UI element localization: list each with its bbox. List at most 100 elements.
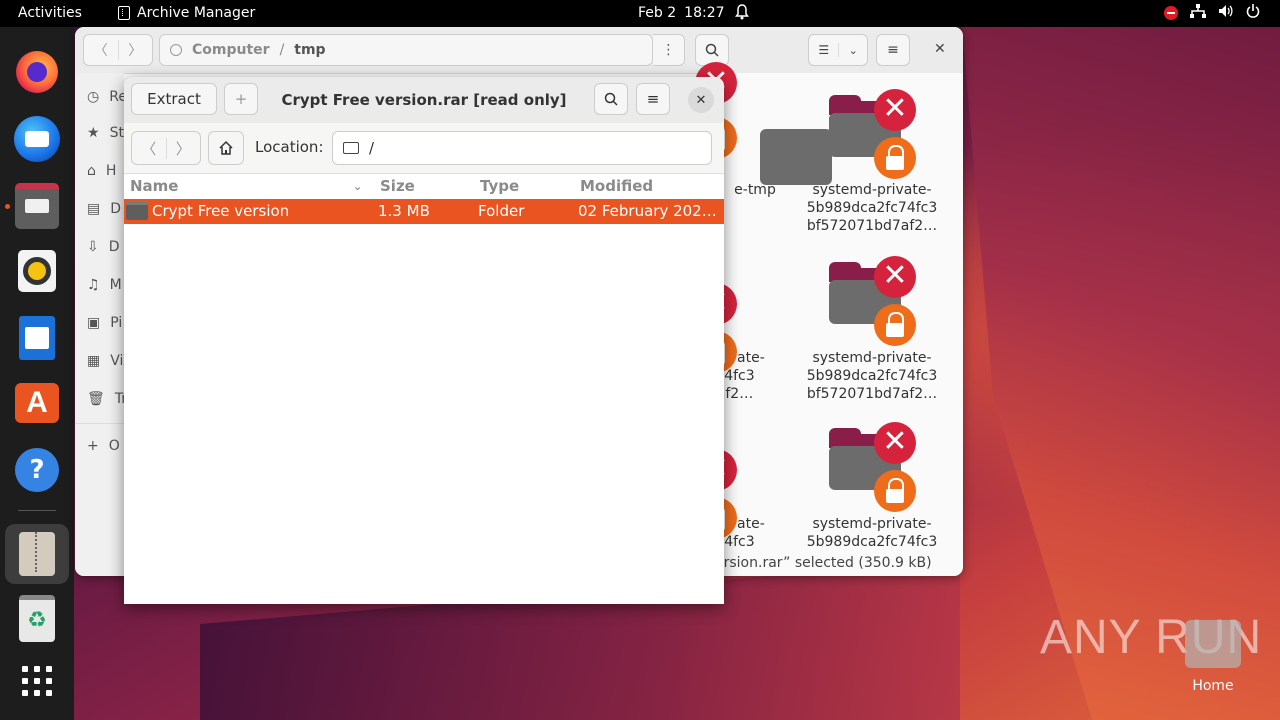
home-button[interactable] bbox=[208, 131, 244, 165]
folder-icon bbox=[343, 142, 359, 154]
dock-help[interactable]: ? bbox=[11, 444, 63, 496]
dock-archive-manager[interactable] bbox=[5, 524, 69, 584]
close-icon: ✕ bbox=[695, 92, 707, 108]
row-type: Folder bbox=[478, 202, 525, 220]
add-files-button[interactable]: + bbox=[224, 83, 258, 115]
sidebar-divider bbox=[75, 423, 124, 424]
files-sidebar: ◷ Re ★ St ⌂ H ▤ D ⇩ D ♫ M ▣ Pi ▦ Vi 🗑 Tr + O bbox=[75, 73, 127, 576]
file-tile[interactable]: systemd-private- 5b989dca2fc74fc3 bf5720… bbox=[802, 349, 942, 403]
kebab-icon: ⋮ bbox=[661, 42, 676, 58]
file-tile[interactable]: systemd-private- 5b989dca2fc74fc3 bbox=[802, 515, 942, 551]
sidebar-item-other-locations[interactable]: + O bbox=[87, 438, 120, 454]
file-tile[interactable]: systemd-private- 5b989dca2fc74fc3 bf5720… bbox=[802, 181, 942, 235]
column-type[interactable]: Type bbox=[480, 177, 519, 195]
path-segment[interactable]: tmp bbox=[294, 42, 325, 58]
back-forward-buttons[interactable]: 〈 〉 bbox=[83, 34, 153, 66]
path-segment[interactable]: Computer bbox=[192, 42, 270, 58]
disk-icon bbox=[170, 44, 182, 56]
path-bar[interactable]: Computer / tmp bbox=[159, 34, 653, 66]
system-tray[interactable] bbox=[1164, 4, 1260, 22]
back-forward-buttons[interactable]: 〈 〉 bbox=[131, 131, 201, 165]
sidebar-item-home[interactable]: ⌂ H bbox=[87, 163, 116, 179]
main-menu-button[interactable]: ≡ bbox=[636, 83, 670, 115]
app-menu-label: Archive Manager bbox=[137, 5, 256, 21]
tile-label: bf572071bd7af2… bbox=[806, 218, 938, 234]
clock-date: Feb 2 bbox=[638, 5, 677, 21]
back-icon[interactable]: 〈 bbox=[84, 40, 119, 60]
column-name[interactable]: Name bbox=[130, 177, 178, 195]
close-icon[interactable]: ✕ bbox=[934, 41, 946, 57]
sidebar-item-label: D bbox=[110, 201, 122, 217]
grid-icon bbox=[22, 666, 52, 696]
sidebar-item-label: O bbox=[108, 438, 120, 454]
unreadable-emblem-icon: ✕ bbox=[874, 89, 916, 131]
folder-icon bbox=[126, 202, 148, 220]
archive-headerbar: Extract + Crypt Free version.rar [read o… bbox=[124, 77, 724, 123]
dock-thunderbird[interactable] bbox=[11, 113, 63, 165]
show-apps-button[interactable] bbox=[11, 655, 63, 707]
home-folder-icon bbox=[1185, 620, 1241, 668]
tile-label: systemd-private- bbox=[812, 516, 932, 532]
rhythmbox-icon bbox=[18, 250, 56, 292]
back-icon[interactable]: 〈 bbox=[132, 137, 167, 159]
activities-button[interactable]: Activities bbox=[18, 5, 82, 21]
search-button[interactable] bbox=[695, 34, 729, 66]
tile-label: 5b989dca2fc74fc3 bbox=[806, 534, 938, 550]
clock-time: 18:27 bbox=[684, 5, 725, 21]
writer-icon bbox=[19, 316, 55, 360]
dock-writer[interactable] bbox=[11, 312, 63, 364]
desktop-home-folder[interactable]: Home bbox=[1184, 620, 1242, 694]
search-icon bbox=[705, 43, 719, 57]
tile-label: systemd-private- bbox=[812, 350, 932, 366]
location-toolbar: 〈 〉 Location: / bbox=[124, 123, 724, 174]
dock: A ? ♻ bbox=[0, 27, 74, 720]
row-name: Crypt Free version bbox=[152, 202, 290, 220]
sidebar-item-starred[interactable]: ★ St bbox=[87, 125, 124, 141]
path-separator: / bbox=[279, 42, 285, 58]
sidebar-item-videos[interactable]: ▦ Vi bbox=[87, 353, 123, 369]
tile-label: 5b989dca2fc74fc3 bbox=[806, 200, 938, 216]
sidebar-item-recent[interactable]: ◷ Re bbox=[87, 89, 127, 105]
lock-emblem-icon bbox=[874, 470, 916, 512]
top-bar: Activities Archive Manager Feb 2 18:27 bbox=[0, 0, 1280, 27]
dock-trash[interactable]: ♻ bbox=[11, 592, 63, 644]
dock-firefox[interactable] bbox=[11, 46, 63, 98]
lock-emblem-icon bbox=[874, 137, 916, 179]
desktop-home-label: Home bbox=[1192, 678, 1234, 694]
thunderbird-icon bbox=[14, 116, 60, 162]
forward-icon[interactable]: 〉 bbox=[167, 138, 201, 159]
table-row[interactable]: Crypt Free version 1.3 MB Folder 02 Febr… bbox=[124, 199, 724, 224]
sort-chevron-icon: ⌄ bbox=[353, 180, 363, 193]
unreadable-emblem-icon: ✕ bbox=[874, 256, 916, 298]
lock-emblem-icon bbox=[874, 304, 916, 346]
view-toggle-button[interactable]: ☰ ⌄ bbox=[808, 34, 868, 66]
file-grid: e-tmp -private- 74fc3 af2… -private- 74f… bbox=[695, 62, 963, 551]
clock[interactable]: Feb 2 18:27 bbox=[638, 5, 725, 21]
main-menu-button[interactable]: ≡ bbox=[876, 34, 910, 66]
tile-label: systemd-private- bbox=[812, 182, 932, 198]
location-field[interactable]: / bbox=[332, 131, 712, 165]
sidebar-item-trash[interactable]: 🗑 Tr bbox=[87, 391, 127, 407]
bell-icon bbox=[735, 4, 749, 24]
unreadable-emblem-icon: ✕ bbox=[874, 422, 916, 464]
column-headers: Name ⌄ Size Type Modified bbox=[124, 174, 724, 199]
search-button[interactable] bbox=[594, 83, 628, 115]
sidebar-item-music[interactable]: ♫ M bbox=[87, 277, 122, 293]
app-menu[interactable]: Archive Manager bbox=[118, 5, 255, 21]
column-size[interactable]: Size bbox=[380, 177, 415, 195]
sidebar-item-pictures[interactable]: ▣ Pi bbox=[87, 315, 122, 331]
sidebar-item-downloads[interactable]: ⇩ D bbox=[87, 239, 120, 255]
tile-label: bf572071bd7af2… bbox=[806, 386, 938, 402]
path-menu-button[interactable]: ⋮ bbox=[653, 34, 685, 66]
dock-rhythmbox[interactable] bbox=[11, 245, 63, 297]
extract-button[interactable]: Extract bbox=[131, 83, 217, 115]
video-icon: ▦ bbox=[87, 353, 101, 369]
power-icon bbox=[1246, 4, 1260, 22]
sidebar-item-documents[interactable]: ▤ D bbox=[87, 201, 121, 217]
dock-files[interactable] bbox=[11, 180, 63, 232]
forward-icon[interactable]: 〉 bbox=[119, 40, 153, 60]
close-button[interactable]: ✕ bbox=[688, 87, 714, 113]
dock-app-center[interactable]: A bbox=[11, 377, 63, 429]
clock-icon: ◷ bbox=[87, 89, 100, 105]
column-modified[interactable]: Modified bbox=[580, 177, 653, 195]
